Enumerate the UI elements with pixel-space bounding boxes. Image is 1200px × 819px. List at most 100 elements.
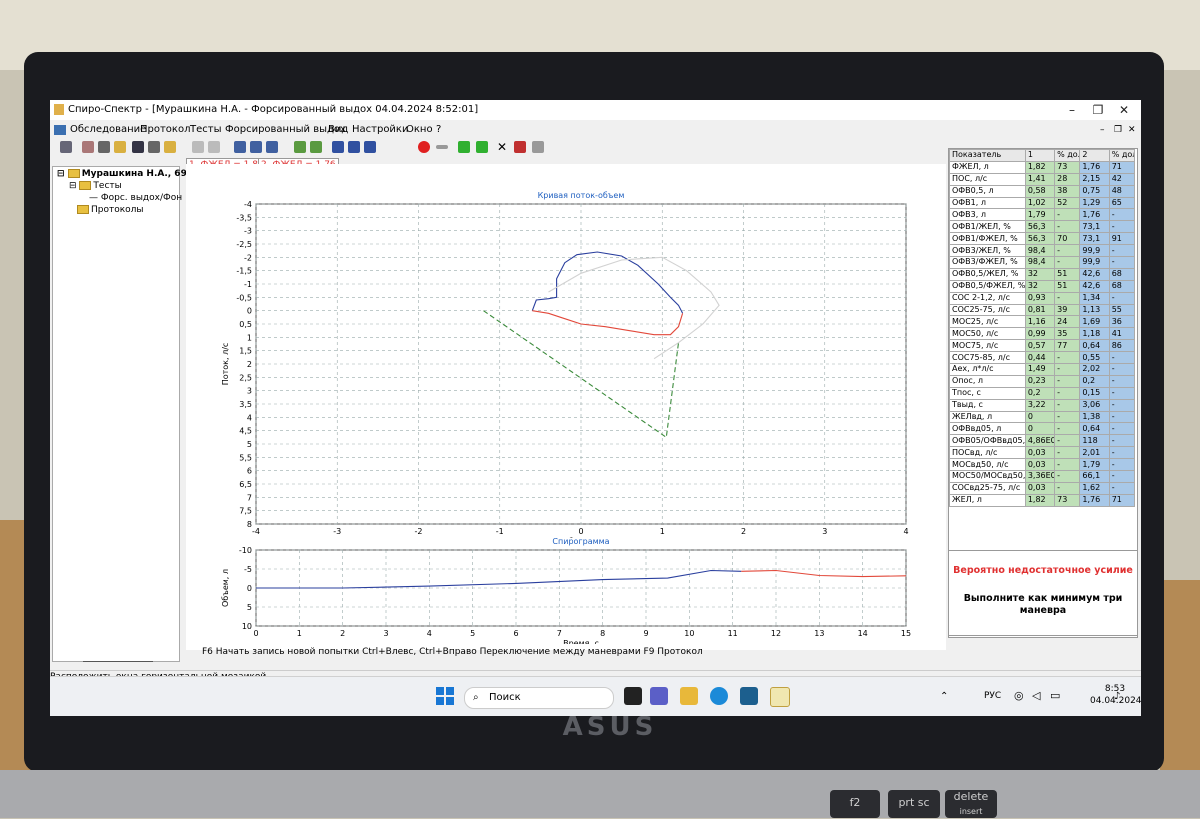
mdi-minimize-icon[interactable]: – — [1100, 122, 1105, 138]
store-icon[interactable] — [740, 687, 758, 705]
table-row[interactable]: ОФВ3, л 1,79-1,76- — [949, 208, 1136, 222]
minimize-icon[interactable]: – — [1060, 100, 1084, 120]
next-attempt-icon[interactable] — [476, 141, 488, 153]
folder-icon[interactable] — [164, 141, 176, 153]
restore-icon[interactable]: ❐ — [1086, 100, 1110, 120]
y-tick-label: 0,5 — [239, 320, 252, 329]
table-row[interactable]: ПОСвд, л/с 0,03-2,01- — [949, 446, 1136, 460]
menu-settings[interactable]: Настройки — [352, 122, 408, 138]
key-prtsc[interactable]: prt sc — [888, 790, 940, 818]
prev-attempt-icon[interactable] — [458, 141, 470, 153]
printer-disabled-icon[interactable] — [192, 141, 204, 153]
tile-horizontal-icon[interactable] — [250, 141, 262, 153]
mdi-restore-icon[interactable]: ❐ — [1114, 122, 1122, 138]
table-row[interactable]: СОСвд25-75, л/с 0,03-1,62- — [949, 481, 1136, 495]
table-row[interactable]: Опос, л 0,23-0,2- — [949, 374, 1136, 388]
table-row[interactable]: ЖЕЛ, л 1,82 73 1,76 71 — [949, 493, 1136, 507]
table-row[interactable]: ЖЕЛвд, л 0-1,38- — [949, 410, 1136, 424]
menu-examination[interactable]: Обследование — [70, 122, 146, 138]
patient-icon[interactable] — [82, 141, 94, 153]
stop-icon[interactable] — [436, 145, 448, 149]
table-row[interactable]: МОС25, л/с 1,16 24 1,69 36 — [949, 315, 1136, 329]
table-row[interactable]: СОС25-75, л/с 0,81 39 1,13 55 — [949, 303, 1136, 317]
table-row[interactable]: ОФВ05/ОФВвд05, %4,86Е0(-118- — [949, 434, 1136, 448]
table-row[interactable]: ОФВ0,5/ФЖЕЛ, % 32 51 42,6 68 — [949, 279, 1136, 293]
table-row[interactable]: ОФВ3/ФЖЕЛ, % 98,4-99,9- — [949, 256, 1136, 269]
key-f2[interactable]: f2 — [830, 790, 880, 818]
table-row[interactable]: ОФВ0,5/ЖЕЛ, % 32 51 42,6 68 — [949, 267, 1136, 281]
table-row[interactable]: СОС 2-1,2, л/с 0,93-1,34- — [949, 291, 1136, 305]
close-icon[interactable]: ✕ — [1112, 100, 1136, 120]
record-icon[interactable] — [418, 141, 430, 153]
menu-view[interactable]: Вид — [328, 122, 348, 138]
column-header[interactable]: 2 — [1079, 149, 1110, 162]
y-tick-label: 6 — [247, 467, 252, 476]
tree-test-item[interactable]: — Форс. выдох/Фон — [89, 193, 182, 203]
x-tick-label: -3 — [333, 527, 341, 536]
export-icon[interactable] — [310, 141, 322, 153]
save-icon[interactable] — [132, 141, 144, 153]
start-icon[interactable] — [436, 687, 454, 705]
axis-icon[interactable] — [332, 141, 344, 153]
x-tick-label: -1 — [496, 527, 504, 536]
menu-window[interactable]: Окно — [406, 122, 433, 138]
taskbar-search[interactable]: ⌕ Поиск — [464, 687, 614, 709]
chevron-up-icon[interactable]: ⌃ — [940, 691, 948, 702]
open-folder-icon[interactable] — [114, 141, 126, 153]
edge-icon[interactable] — [710, 687, 728, 705]
search-icon: ⌕ — [473, 692, 479, 703]
exit-icon[interactable] — [532, 141, 544, 153]
curve-icon[interactable] — [364, 141, 376, 153]
table-row[interactable]: МОС75, л/с 0,57 77 0,64 86 — [949, 339, 1136, 353]
print-icon[interactable] — [148, 141, 160, 153]
markers-icon[interactable] — [514, 141, 526, 153]
table-row[interactable]: МОСвд50, л/с 0,03-1,79- — [949, 458, 1136, 472]
menu-help[interactable]: ? — [436, 122, 441, 138]
tree-patient[interactable]: ⊟ Мурашкина Н.А., 69 л — [57, 169, 197, 179]
teams-icon[interactable] — [650, 687, 668, 705]
table-row[interactable]: ОФВ1/ФЖЕЛ, % 56,3 70 73,1 91 — [949, 232, 1136, 246]
table-row[interactable]: ОФВ3/ЖЕЛ, % 98,4-99,9- — [949, 244, 1136, 258]
menu-protocol[interactable]: Протокол — [140, 122, 190, 138]
network-icon[interactable]: ◎ — [1014, 689, 1024, 702]
table-row[interactable]: ОФВ0,5, л 0,58 38 0,75 48 — [949, 184, 1136, 198]
mdi-close-icon[interactable]: ✕ — [1128, 122, 1136, 138]
table-row[interactable]: СОС75-85, л/с 0,44-0,55- — [949, 351, 1136, 365]
tree-tests[interactable]: ⊟ Тесты — [69, 181, 122, 191]
axis2-icon[interactable] — [348, 141, 360, 153]
table-row[interactable]: Аех, л*л/с 1,49-2,02- — [949, 363, 1136, 376]
column-header[interactable]: Показатель — [949, 149, 1026, 162]
card-icon[interactable] — [98, 141, 110, 153]
cascade-icon[interactable] — [234, 141, 246, 153]
table-row[interactable]: Твыд, с 3,22-3,06- — [949, 398, 1136, 412]
key-delete[interactable]: delete insert — [945, 790, 997, 818]
table-row[interactable]: ОФВвд05, л 0-0,64- — [949, 422, 1136, 436]
language-indicator[interactable]: РУС — [984, 691, 1001, 701]
bell-icon[interactable]: ♪ — [1114, 691, 1120, 702]
explorer-icon[interactable] — [680, 687, 698, 705]
tree-icon[interactable] — [60, 141, 72, 153]
table-row[interactable]: ОФВ1, л 1,02 52 1,29 65 — [949, 196, 1136, 210]
table-row[interactable]: МОС50/МОСвд50, %3,36Е0(-66,1- — [949, 470, 1136, 483]
delete-icon[interactable]: ✕ — [496, 141, 508, 153]
table-row[interactable]: Тпос, с 0,2-0,15- — [949, 386, 1136, 400]
column-header[interactable]: % долж — [1108, 149, 1136, 162]
column-header[interactable]: % долж — [1054, 149, 1081, 162]
x-tick-label: 14 — [858, 629, 868, 638]
preview-disabled-icon[interactable] — [208, 141, 220, 153]
table-row[interactable]: ОФВ1/ЖЕЛ, % 56,3-73,1- — [949, 220, 1136, 234]
tree-protocols[interactable]: Протоколы — [77, 205, 144, 215]
volume-icon[interactable]: ◁ — [1032, 689, 1040, 702]
table-row[interactable]: МОС50, л/с 0,99 35 1,18 41 — [949, 327, 1136, 341]
import-icon[interactable] — [294, 141, 306, 153]
battery-icon[interactable]: ▭ — [1050, 689, 1060, 702]
table-row[interactable]: ФЖЕЛ, л 1,82 73 1,76 71 — [949, 160, 1136, 174]
task-view-icon[interactable] — [624, 687, 642, 705]
table-cell: - — [1108, 398, 1136, 412]
menu-tests[interactable]: Тесты — [190, 122, 221, 138]
spiro-app-icon[interactable] — [770, 687, 790, 707]
column-header[interactable]: 1 — [1024, 149, 1056, 162]
table-cell: 1,34 — [1079, 291, 1110, 305]
tile-vertical-icon[interactable] — [266, 141, 278, 153]
table-row[interactable]: ПОС, л/с 1,41 28 2,15 42 — [949, 172, 1136, 186]
